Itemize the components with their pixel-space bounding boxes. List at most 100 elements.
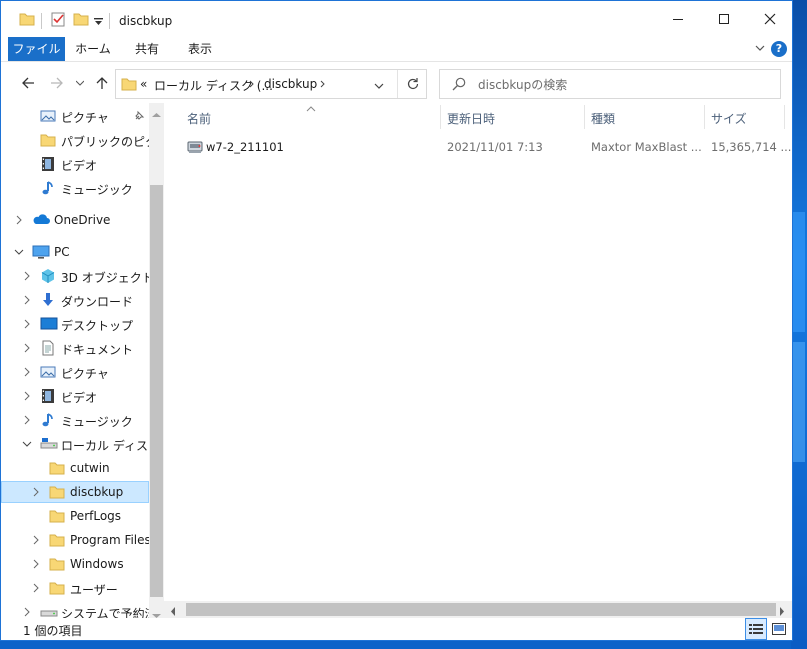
chevron-right-icon[interactable] [22,606,32,618]
nav-item-music[interactable]: ミュージック [1,409,149,431]
column-name[interactable]: 名前 [187,110,211,127]
music-icon [40,180,56,196]
sort-ascending-icon [306,101,316,115]
chevron-right-icon[interactable] [22,318,32,330]
breadcrumb-overflow[interactable]: « [140,77,147,91]
file-row[interactable]: w7-2_211101 2021/11/01 7:13 Maxtor MaxBl… [184,136,791,158]
column-divider[interactable] [584,105,585,129]
nav-item-documents[interactable]: ドキュメント [1,337,149,359]
desktop-icon [40,316,58,332]
pc-icon [32,244,50,260]
chevron-right-icon[interactable] [22,270,32,282]
desktop-background [791,0,807,649]
column-headers: 名前 更新日時 種類 サイズ [164,101,792,131]
chevron-right-icon[interactable] [31,534,41,546]
tab-file[interactable]: ファイル [8,37,65,61]
nav-item-cutwin[interactable]: cutwin [1,457,149,479]
chevron-right-icon[interactable] [14,214,24,226]
explorer-window: discbkup ファイル ホーム 共有 表示 ? « ローカル ディスク (.… [0,0,793,641]
scroll-right-icon[interactable] [779,605,785,619]
column-type[interactable]: 種類 [591,110,615,127]
drive-icon [40,436,58,452]
chevron-right-icon[interactable] [22,366,32,378]
nav-item-public-pictures[interactable]: パブリックのピクチャ [1,129,164,151]
pictures-icon [40,364,56,380]
large-icons-view-button[interactable] [768,618,790,640]
nav-item-music-quick[interactable]: ミュージック [1,177,149,199]
breadcrumb-separator-icon[interactable] [319,76,327,95]
navigation-pane: ピクチャ パブリックのピクチャ ビデオ ミュージック [1,103,164,621]
help-icon[interactable]: ? [771,41,787,57]
nav-item-videos-quick[interactable]: ビデオ [1,153,149,175]
breadcrumb-separator-icon[interactable] [248,76,256,95]
column-divider[interactable] [704,105,705,129]
folder-icon [49,508,65,524]
nav-item-desktop[interactable]: デスクトップ [1,313,149,335]
breadcrumb-discbkup[interactable]: discbkup [264,77,317,91]
navigation-scrollbar[interactable] [149,103,164,621]
scroll-up-icon[interactable] [152,107,161,121]
address-bar[interactable]: « ローカル ディスク (... discbkup [115,69,427,99]
up-button[interactable] [92,73,112,93]
pin-icon[interactable] [133,110,145,125]
nav-item-videos[interactable]: ビデオ [1,385,149,407]
nav-item-downloads[interactable]: ダウンロード [1,289,149,311]
tab-view[interactable]: 表示 [173,37,227,61]
quick-access-dropdown-icon[interactable] [94,15,103,29]
download-icon [40,292,56,308]
nav-item-pictures-quick[interactable]: ピクチャ [1,105,149,127]
chevron-right-icon[interactable] [22,414,32,426]
scroll-left-icon[interactable] [170,605,176,619]
chevron-right-icon[interactable] [22,342,32,354]
nav-item-windows[interactable]: Windows [1,553,149,575]
scrollbar-thumb[interactable] [186,603,776,616]
nav-item-users[interactable]: ユーザー [1,577,149,599]
minimize-button[interactable] [655,1,701,37]
maximize-button[interactable] [701,1,747,37]
scrollbar-thumb[interactable] [150,185,163,597]
pictures-icon [40,108,56,124]
properties-icon[interactable] [50,11,66,30]
column-divider[interactable] [784,105,785,129]
chevron-right-icon[interactable] [31,558,41,570]
chevron-right-icon[interactable] [31,582,41,594]
details-view-icon [749,624,763,634]
chevron-down-icon[interactable] [22,438,32,450]
nav-item-perflogs[interactable]: PerfLogs [1,505,149,527]
close-button[interactable] [747,1,792,37]
nav-item-program-files[interactable]: Program Files [1,529,151,551]
nav-item-onedrive[interactable]: OneDrive [1,209,149,231]
tab-home[interactable]: ホーム [65,37,121,61]
large-icons-view-icon [772,623,786,635]
column-size[interactable]: サイズ [711,110,747,127]
chevron-down-icon[interactable] [14,246,24,258]
chevron-right-icon[interactable] [22,390,32,402]
nav-item-local-disk[interactable]: ローカル ディスク (C [1,433,164,455]
file-modified: 2021/11/01 7:13 [447,140,543,154]
nav-item-pc[interactable]: PC [1,241,149,263]
column-modified[interactable]: 更新日時 [447,110,495,127]
nav-item-discbkup[interactable]: discbkup [1,481,149,503]
status-bar: 1 個の項目 [1,618,792,640]
address-dropdown-icon[interactable] [374,79,384,93]
refresh-button[interactable] [397,70,427,98]
chevron-right-icon[interactable] [31,486,41,498]
search-input[interactable] [478,76,768,94]
recent-locations-button[interactable] [70,73,90,93]
file-size: 15,365,714 ... [711,140,792,154]
chevron-down-icon[interactable] [754,42,766,57]
music-icon [40,412,56,428]
folder-icon[interactable] [19,11,35,30]
details-view-button[interactable] [745,618,767,640]
chevron-right-icon[interactable] [22,294,32,306]
nav-item-pictures[interactable]: ピクチャ [1,361,149,383]
new-folder-icon[interactable] [73,11,89,30]
tab-share[interactable]: 共有 [121,37,173,61]
divider [109,13,110,29]
back-button[interactable] [18,73,38,93]
window-title: discbkup [119,14,173,28]
column-divider[interactable] [440,105,441,129]
horizontal-scrollbar[interactable] [164,601,792,619]
nav-item-3d-objects[interactable]: 3D オブジェクト [1,265,154,287]
forward-button[interactable] [47,73,67,93]
